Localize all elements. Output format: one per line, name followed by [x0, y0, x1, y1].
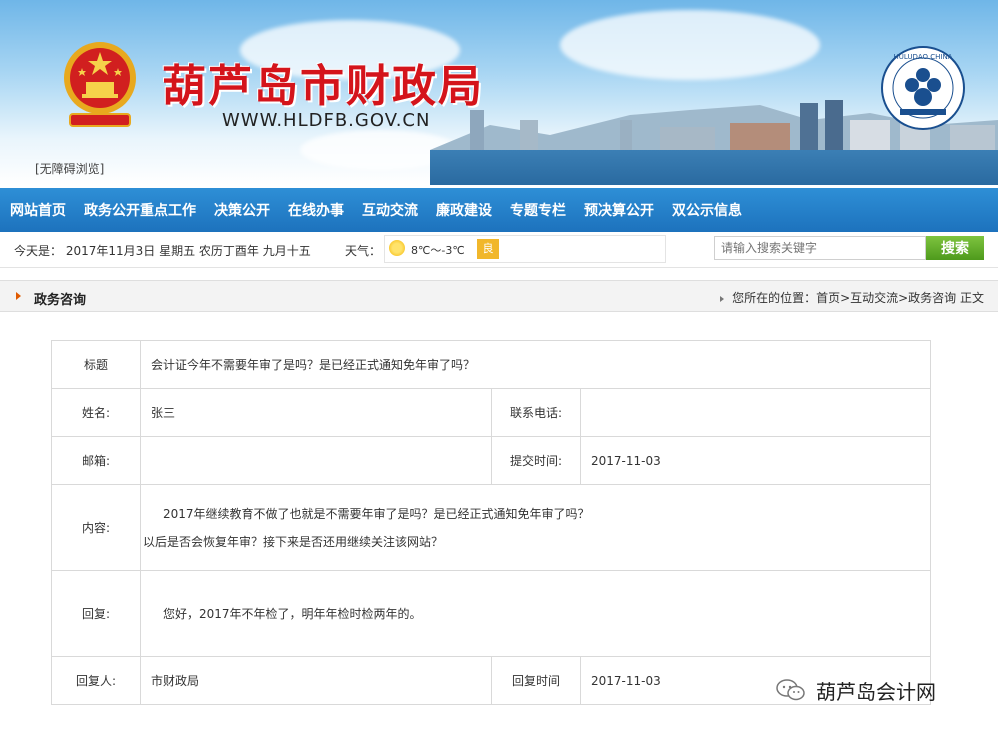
breadcrumb-text[interactable]: 您所在的位置：首页>互动交流>政务咨询 正文 — [732, 291, 984, 305]
section-header: 政务咨询 您所在的位置：首页>互动交流>政务咨询 正文 — [0, 280, 998, 312]
content-line: 以后是否会恢复年审？接下来是否还用继续关注该网站？ — [143, 534, 444, 549]
replier-value: 市财政局 — [140, 656, 492, 705]
search-input[interactable] — [714, 236, 926, 260]
nav-item-decision[interactable]: 决策公开 — [214, 200, 270, 220]
name-value: 张三 — [140, 388, 492, 437]
main-nav: 网站首页 政务公开重点工作 决策公开 在线办事 互动交流 廉政建设 专题专栏 预… — [0, 188, 998, 232]
content-line: 2017年继续教育不做了也就是不需要年审了是吗？是已经正式通知免年审了吗？ — [163, 506, 590, 521]
arrow-right-icon — [720, 295, 725, 302]
watermark-text: 葫芦岛会计网 — [816, 679, 936, 704]
site-banner: 葫芦岛市财政局 WWW.HLDFB.GOV.CN [无障碍浏览] HULUDAO… — [0, 0, 998, 185]
search-button[interactable]: 搜索 — [926, 236, 984, 260]
table-row: 标题 会计证今年不需要年审了是吗？是已经正式通知免年审了吗？ — [51, 340, 931, 389]
phone-label: 联系电话: — [491, 388, 581, 437]
reply-label: 回复: — [51, 570, 141, 657]
air-quality-badge: 良 — [477, 239, 499, 259]
reply-value: 您好，2017年不年检了，明年年检时检两年的。 — [140, 570, 931, 657]
nav-item-key-work[interactable]: 政务公开重点工作 — [84, 200, 196, 220]
cloud — [560, 10, 820, 80]
submit-time-label: 提交时间: — [491, 436, 581, 485]
nav-item-dual-publicity[interactable]: 双公示信息 — [672, 200, 742, 220]
nav-item-online-service[interactable]: 在线办事 — [288, 200, 344, 220]
email-label: 邮箱: — [51, 436, 141, 485]
table-row: 姓名: 张三 联系电话: — [51, 388, 931, 437]
content-value: 2017年继续教育不做了也就是不需要年审了是吗？是已经正式通知免年审了吗？ 以后… — [140, 484, 931, 571]
table-row: 内容: 2017年继续教育不做了也就是不需要年审了是吗？是已经正式通知免年审了吗… — [51, 484, 931, 571]
city-logo-icon: HULUDAO CHINA — [881, 46, 965, 130]
accessibility-link[interactable]: [无障碍浏览] — [35, 160, 104, 177]
arrow-right-icon — [16, 292, 21, 300]
weather-label: 天气： — [345, 244, 382, 258]
logo-text: HULUDAO CHINA — [894, 53, 953, 61]
phone-value — [580, 388, 931, 437]
consultation-detail-table: 标题 会计证今年不需要年审了是吗？是已经正式通知免年审了吗？ 姓名: 张三 联系… — [51, 340, 931, 705]
name-label: 姓名: — [51, 388, 141, 437]
site-title: 葫芦岛市财政局 — [162, 61, 484, 112]
table-row: 邮箱: 提交时间: 2017-11-03 — [51, 436, 931, 485]
email-value — [140, 436, 492, 485]
info-bar: 今天是： 2017年11月3日 星期五 农历丁酉年 九月十五 天气： 8℃～-3… — [0, 232, 998, 268]
table-row: 回复: 您好，2017年不年检了，明年年检时检两年的。 — [51, 570, 931, 657]
national-emblem-icon — [64, 42, 136, 127]
breadcrumb: 您所在的位置：首页>互动交流>政务咨询 正文 — [720, 289, 984, 306]
content-label: 内容: — [51, 484, 141, 571]
nav-item-topics[interactable]: 专题专栏 — [510, 200, 566, 220]
submit-time-value: 2017-11-03 — [580, 436, 931, 485]
sun-icon — [389, 240, 405, 256]
replier-label: 回复人: — [51, 656, 141, 705]
nav-item-budget[interactable]: 预决算公开 — [584, 200, 654, 220]
temperature: 8℃～-3℃ — [411, 244, 465, 257]
wechat-watermark: 葫芦岛会计网 — [776, 672, 936, 708]
weather-widget: 8℃～-3℃ 良 — [384, 235, 666, 263]
nav-item-interaction[interactable]: 互动交流 — [362, 200, 418, 220]
date-display: 今天是： 2017年11月3日 星期五 农历丁酉年 九月十五 — [14, 244, 311, 258]
title-value: 会计证今年不需要年审了是吗？是已经正式通知免年审了吗？ — [140, 340, 931, 389]
site-url[interactable]: WWW.HLDFB.GOV.CN — [222, 110, 430, 131]
reply-time-label: 回复时间 — [491, 656, 581, 705]
wechat-icon — [776, 679, 805, 701]
sea-illustration — [430, 150, 998, 185]
nav-item-home[interactable]: 网站首页 — [10, 200, 66, 220]
title-label: 标题 — [51, 340, 141, 389]
section-title: 政务咨询 — [34, 293, 87, 308]
nav-item-integrity[interactable]: 廉政建设 — [436, 200, 492, 220]
